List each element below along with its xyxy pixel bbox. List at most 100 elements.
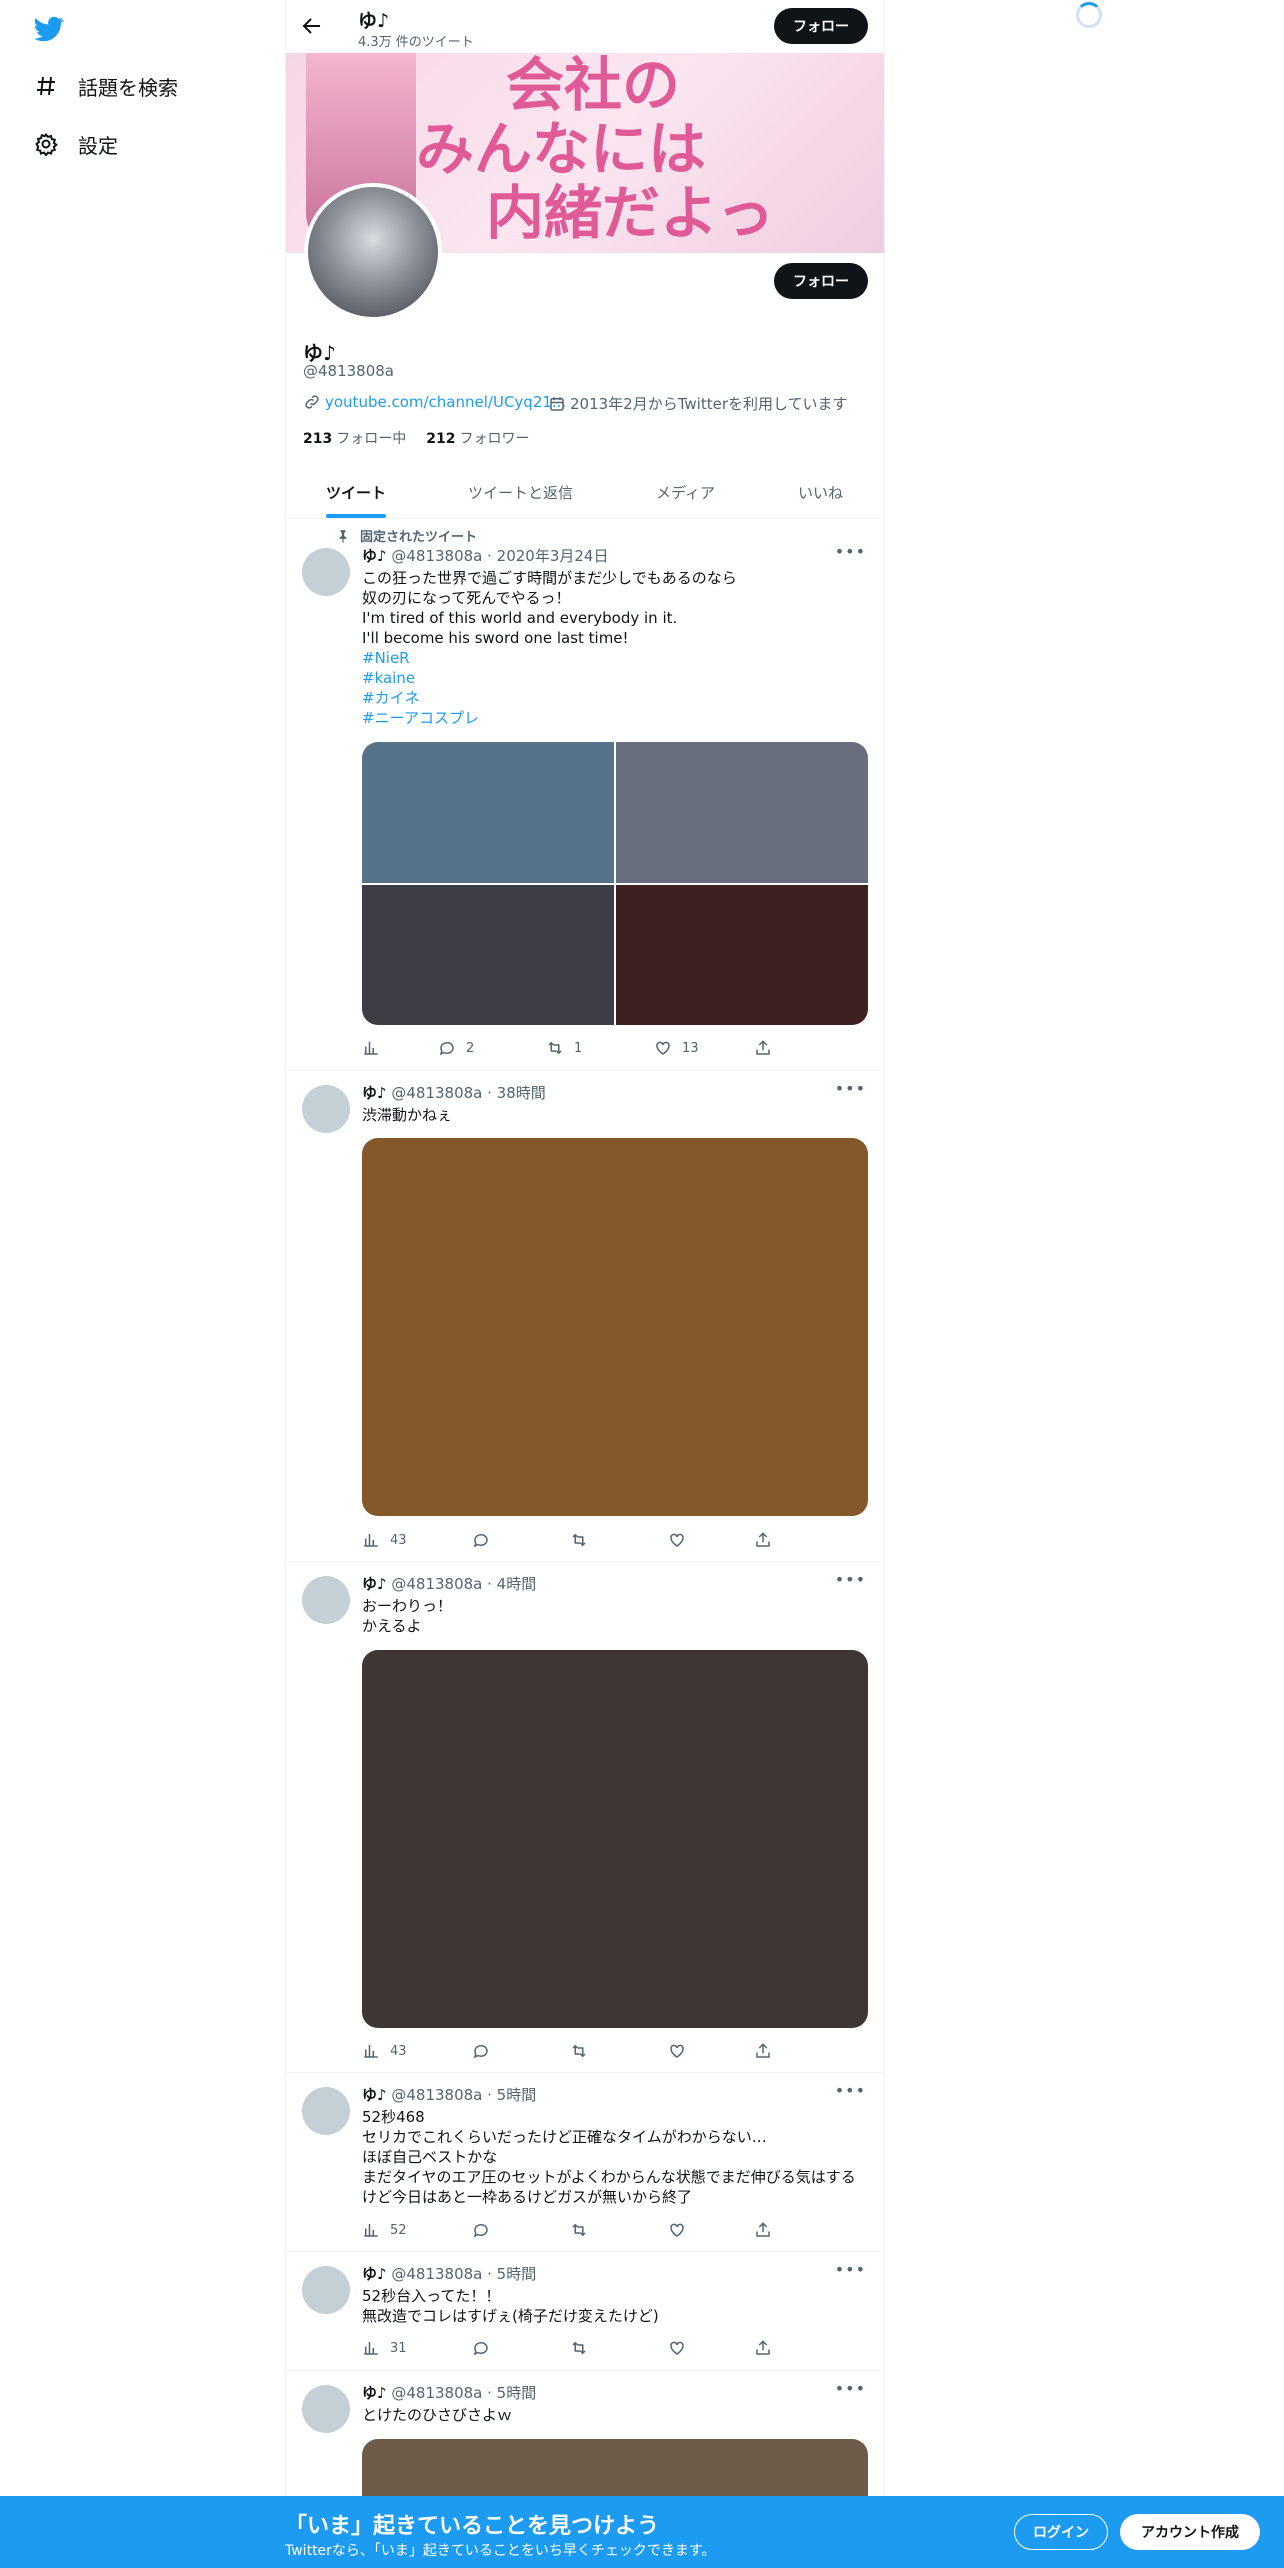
tweet-photo[interactable]: [616, 884, 868, 1025]
reply-icon: [473, 2341, 488, 2356]
more-options-icon[interactable]: •••: [835, 2379, 866, 2398]
reply-icon: [473, 1533, 488, 1548]
signup-button[interactable]: アカウント作成: [1120, 2514, 1260, 2550]
share-action[interactable]: [754, 2221, 782, 2239]
share-icon: [756, 2340, 770, 2355]
tweet-line: 無改造でコレはすげぇ(椅子だけ変えたけど): [362, 2307, 659, 2325]
tab-tweets[interactable]: ツイート: [326, 466, 386, 519]
tab-tweets-and-replies[interactable]: ツイートと返信: [468, 466, 573, 519]
tweet-line: 渋滞動かねぇ: [362, 1106, 453, 1124]
tweet-author-name[interactable]: ゆ♪: [362, 2086, 387, 2104]
retweet-action[interactable]: [570, 2221, 598, 2239]
tweet-meta[interactable]: @4813808a · 4時間: [391, 1575, 536, 1593]
tweet-photo[interactable]: [362, 884, 614, 1025]
views-action[interactable]: [362, 1039, 390, 1057]
share-icon: [756, 1040, 770, 1055]
like-action[interactable]: [668, 1531, 696, 1549]
tweet-avatar[interactable]: [302, 1085, 350, 1133]
header-name: ゆ♪: [358, 10, 390, 32]
tweet-actions: 43: [362, 1531, 782, 1551]
tweet-avatar[interactable]: [302, 2385, 350, 2433]
tweet-avatar[interactable]: [302, 548, 350, 596]
tweet-meta[interactable]: @4813808a · 5時間: [391, 2086, 536, 2104]
profile-follow-button[interactable]: フォロー: [774, 263, 868, 299]
tweet-author-name[interactable]: ゆ♪: [362, 2265, 387, 2283]
nav-settings[interactable]: 設定: [34, 124, 118, 164]
share-action[interactable]: [754, 1039, 782, 1057]
tweet-meta[interactable]: @4813808a · 2020年3月24日: [391, 547, 608, 565]
tweet-line: 52秒台入ってた！！: [362, 2287, 501, 2305]
retweet-action[interactable]: [570, 2042, 598, 2060]
retweet-action[interactable]: [570, 2339, 598, 2357]
tweet-header: ゆ♪ @4813808a · 5時間: [362, 2263, 536, 2284]
tweet-meta[interactable]: @4813808a · 5時間: [391, 2265, 536, 2283]
reply-count: 2: [466, 1040, 475, 1056]
views-action[interactable]: 43: [362, 1531, 407, 1549]
share-action[interactable]: [754, 1531, 782, 1549]
header-follow-button[interactable]: フォロー: [774, 8, 868, 44]
followers-count: 212: [426, 431, 456, 447]
tweet-meta[interactable]: @4813808a · 38時間: [391, 1084, 545, 1102]
retweet-action[interactable]: [570, 1531, 598, 1549]
reply-action[interactable]: [472, 2042, 500, 2060]
tweet[interactable]: ゆ♪ @4813808a · 4時間 ••• おーわりっ！ かえるよ 43: [286, 1562, 884, 2073]
more-options-icon[interactable]: •••: [835, 542, 866, 561]
tweet-photo[interactable]: [616, 742, 868, 883]
back-arrow-icon[interactable]: [300, 14, 324, 38]
tweet[interactable]: ゆ♪ @4813808a · 5時間 ••• 52秒468 セリカでこれくらいだ…: [286, 2073, 884, 2252]
more-options-icon[interactable]: •••: [835, 2260, 866, 2279]
share-action[interactable]: [754, 2339, 782, 2357]
banner-text-line2: みんなには: [416, 115, 707, 183]
hashtag-link[interactable]: #カイネ: [362, 688, 737, 708]
reply-action[interactable]: [472, 2221, 500, 2239]
tweet-pinned[interactable]: 固定されたツイート ゆ♪ @4813808a · 2020年3月24日 ••• …: [286, 520, 884, 1071]
tweet-photo[interactable]: [362, 742, 614, 883]
tab-media[interactable]: メディア: [656, 466, 715, 519]
heart-icon: [670, 1533, 684, 1547]
tweet-text: 52秒468 セリカでこれくらいだったけど正確なタイムがわからない… ほぼ自己ベ…: [362, 2107, 856, 2207]
like-action[interactable]: 13: [654, 1039, 699, 1057]
tweet-line: まだタイヤのエア圧のセットがよくわからんな状態でまだ伸びる気はする: [362, 2168, 856, 2186]
like-action[interactable]: [668, 2042, 696, 2060]
profile-avatar[interactable]: [304, 183, 442, 321]
tweet-avatar[interactable]: [302, 1576, 350, 1624]
views-action[interactable]: 43: [362, 2042, 407, 2060]
nav-explore[interactable]: 話題を検索: [34, 66, 178, 106]
hashtag-link[interactable]: #kaine: [362, 668, 737, 688]
like-action[interactable]: [668, 2221, 696, 2239]
followers-stat[interactable]: 212 フォロワー: [426, 428, 529, 448]
tweet-text: おーわりっ！ かえるよ: [362, 1596, 452, 1636]
tweet-photo[interactable]: [362, 1650, 868, 2028]
views-action[interactable]: 31: [362, 2339, 407, 2357]
like-action[interactable]: [668, 2339, 696, 2357]
profile-website-link[interactable]: youtube.com/channel/UCyq21...: [325, 393, 566, 411]
share-action[interactable]: [754, 2042, 782, 2060]
tweet-author-name[interactable]: ゆ♪: [362, 547, 387, 565]
tweet-author-name[interactable]: ゆ♪: [362, 1575, 387, 1593]
more-options-icon[interactable]: •••: [835, 1570, 866, 1589]
following-stat[interactable]: 213 フォロー中: [303, 428, 406, 448]
tweet[interactable]: ゆ♪ @4813808a · 38時間 ••• 渋滞動かねぇ 43: [286, 1071, 884, 1562]
tweet-meta[interactable]: @4813808a · 5時間: [391, 2384, 536, 2402]
tweet-author-name[interactable]: ゆ♪: [362, 2384, 387, 2402]
hashtag-link[interactable]: #NieR: [362, 648, 737, 668]
login-button[interactable]: ログイン: [1014, 2514, 1108, 2550]
hashtag-icon: [37, 76, 55, 96]
tab-likes[interactable]: いいね: [798, 466, 843, 519]
tweet-author-name[interactable]: ゆ♪: [362, 1084, 387, 1102]
tweet[interactable]: ゆ♪ @4813808a · 5時間 ••• 52秒台入ってた！！ 無改造でコレ…: [286, 2252, 884, 2371]
reply-action[interactable]: 2: [438, 1039, 474, 1057]
more-options-icon[interactable]: •••: [835, 1079, 866, 1098]
analytics-icon: [364, 2342, 378, 2355]
tweet-photo[interactable]: [362, 1138, 868, 1516]
views-action[interactable]: 52: [362, 2221, 407, 2239]
hashtag-link[interactable]: #ニーアコスプレ: [362, 708, 737, 728]
profile-website[interactable]: youtube.com/channel/UCyq21...: [303, 393, 566, 411]
tweet-avatar[interactable]: [302, 2266, 350, 2314]
twitter-logo-icon[interactable]: [32, 14, 66, 44]
tweet-avatar[interactable]: [302, 2087, 350, 2135]
more-options-icon[interactable]: •••: [835, 2081, 866, 2100]
reply-action[interactable]: [472, 1531, 500, 1549]
reply-action[interactable]: [472, 2339, 500, 2357]
retweet-action[interactable]: 1: [546, 1039, 582, 1057]
